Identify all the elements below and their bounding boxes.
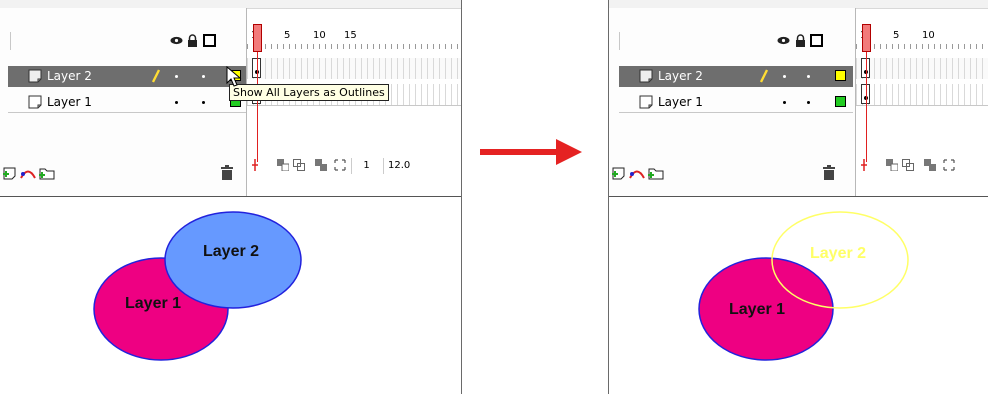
frame-number-label: 10	[922, 30, 935, 41]
current-frame-field[interactable]: 1	[351, 158, 381, 174]
layer-row-layer-1[interactable]: Layer 1	[619, 92, 853, 113]
frame-ruler	[856, 44, 988, 49]
modify-onion-markers-icon[interactable]	[943, 159, 955, 171]
outline-icon[interactable]	[203, 34, 216, 47]
timeline-panel: Layer 2 Layer 1	[609, 0, 988, 197]
playhead-line	[257, 52, 258, 162]
header-grip	[619, 32, 620, 50]
outline-color-square[interactable]	[835, 96, 846, 107]
onion-skin-icon[interactable]	[277, 159, 289, 171]
lock-dot[interactable]	[807, 101, 810, 104]
mouse-cursor-icon	[226, 66, 242, 87]
playhead-line	[866, 52, 867, 162]
right-flash-window: Layer 2 Layer 1 5 10 Layer 1 Layer 2	[608, 0, 988, 394]
modify-onion-markers-icon[interactable]	[334, 159, 346, 171]
layer-1-label: Layer 1	[125, 295, 182, 312]
arrow-right-icon	[480, 139, 582, 165]
onion-skin-outlines-icon[interactable]	[902, 159, 914, 171]
frame-ruler	[247, 44, 461, 49]
layer-name: Layer 2	[658, 69, 703, 83]
frames-area: 1 5 10 15	[247, 8, 461, 196]
pencil-icon	[759, 69, 769, 83]
add-folder-icon[interactable]	[38, 165, 56, 181]
lock-dot[interactable]	[202, 101, 205, 104]
lock-icon[interactable]	[794, 34, 807, 47]
layers-column: Layer 2 Layer 1	[609, 8, 856, 196]
add-motion-guide-icon[interactable]	[628, 165, 646, 181]
layer-icon	[28, 95, 42, 109]
layer-icon	[639, 95, 653, 109]
layer-toolbar	[0, 163, 246, 185]
left-flash-window: Layer 2 Layer 1 5 10 15 1 12.0 Show All …	[0, 0, 462, 394]
stage-artwork	[93, 211, 302, 361]
stage: Layer 1 Layer 2	[609, 197, 988, 394]
center-frame-icon[interactable]	[250, 159, 260, 171]
visibility-dot[interactable]	[175, 101, 178, 104]
frame-toolbar: 1 12.0	[247, 155, 461, 177]
lock-dot[interactable]	[202, 75, 205, 78]
frame-number-label: 15	[344, 30, 357, 41]
edit-multiple-frames-icon[interactable]	[924, 159, 936, 171]
tooltip: Show All Layers as Outlines	[229, 84, 389, 101]
layer-1-label: Layer 1	[729, 301, 786, 318]
layer-row-layer-2[interactable]: Layer 2	[619, 66, 853, 87]
frame-number-label: 5	[893, 30, 900, 41]
layer-icon	[639, 69, 653, 83]
layer-icon	[28, 69, 42, 83]
pencil-icon	[151, 69, 161, 83]
outline-color-square[interactable]	[835, 70, 846, 81]
frame-number-label: 10	[313, 30, 326, 41]
trash-icon[interactable]	[822, 165, 836, 181]
layer-name: Layer 2	[47, 69, 92, 83]
visibility-dot[interactable]	[783, 101, 786, 104]
stage: Layer 1 Layer 2	[0, 197, 461, 394]
playhead[interactable]	[862, 24, 871, 52]
layer-row-layer-1[interactable]: Layer 1	[8, 92, 246, 113]
frame-number-label: 5	[284, 30, 291, 41]
visibility-dot[interactable]	[783, 75, 786, 78]
lock-dot[interactable]	[807, 75, 810, 78]
frame-row-layer-1[interactable]	[856, 84, 988, 106]
header-grip	[10, 32, 11, 50]
visibility-dot[interactable]	[175, 75, 178, 78]
onion-skin-outlines-icon[interactable]	[293, 159, 305, 171]
add-motion-guide-icon[interactable]	[19, 165, 37, 181]
add-layer-icon[interactable]	[2, 165, 18, 181]
outline-icon[interactable]	[810, 34, 823, 47]
center-frame-icon[interactable]	[859, 159, 869, 171]
playhead[interactable]	[253, 24, 262, 52]
layer-2-label: Layer 2	[203, 243, 260, 260]
layer-toolbar	[609, 163, 855, 185]
frame-toolbar	[856, 155, 988, 177]
add-layer-icon[interactable]	[611, 165, 627, 181]
layer-row-layer-2[interactable]: Layer 2	[8, 66, 246, 87]
frame-rate-field[interactable]: 12.0	[383, 158, 443, 174]
eye-icon[interactable]	[170, 34, 183, 47]
stage-artwork	[698, 211, 909, 361]
add-folder-icon[interactable]	[647, 165, 665, 181]
onion-skin-icon[interactable]	[886, 159, 898, 171]
layers-column: Layer 2 Layer 1	[0, 8, 247, 196]
layer-name: Layer 1	[47, 95, 92, 109]
frames-area: 1 5 10	[856, 8, 988, 196]
layer-name: Layer 1	[658, 95, 703, 109]
frame-row-layer-2[interactable]	[856, 58, 988, 79]
trash-icon[interactable]	[220, 165, 234, 181]
edit-multiple-frames-icon[interactable]	[315, 159, 327, 171]
lock-icon[interactable]	[186, 34, 199, 47]
eye-icon[interactable]	[777, 34, 790, 47]
layer-2-label: Layer 2	[810, 245, 867, 262]
frame-row-layer-2[interactable]	[247, 58, 461, 79]
